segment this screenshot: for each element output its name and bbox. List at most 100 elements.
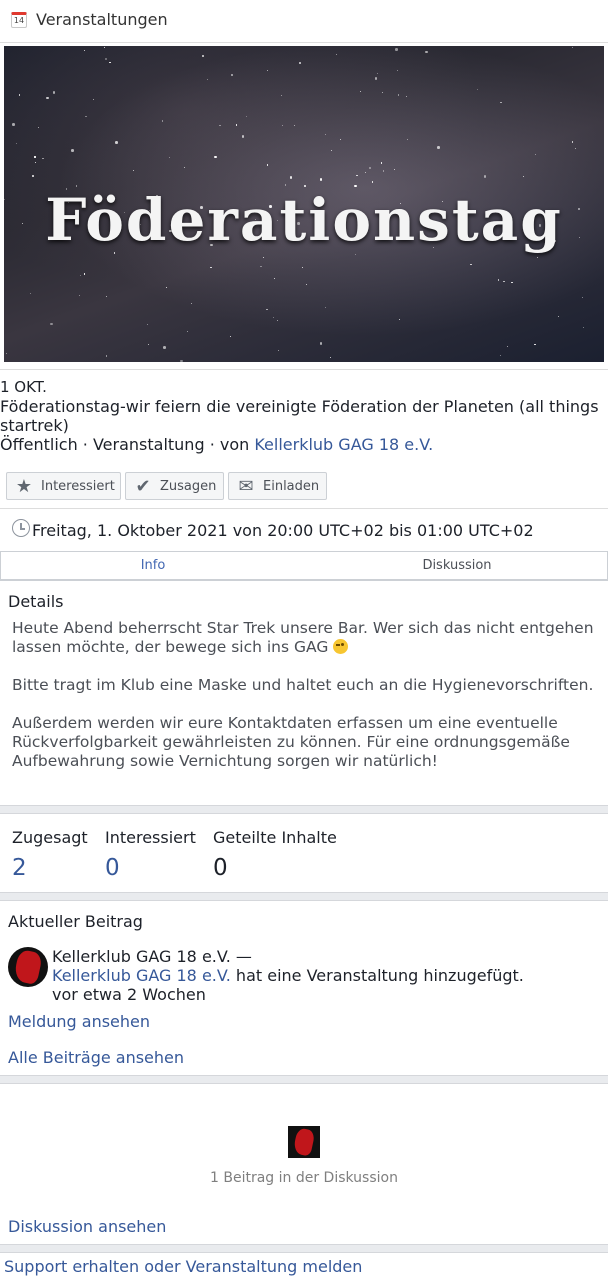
star-dot [506,345,508,347]
star-dot [377,73,379,75]
stat-interested-value[interactable]: 0 [105,855,120,881]
event-meta-prefix: Öffentlich · Veranstaltung · von [0,435,255,454]
going-button[interactable]: ✔ Zusagen [125,472,224,500]
star-dot [29,293,31,295]
star-dot [335,53,337,55]
star-dot [71,149,74,152]
star-dot [437,146,440,149]
star-dot [92,98,94,100]
star-dot [219,124,221,126]
star-dot [500,102,502,104]
support-report-link[interactable]: Support erhalten oder Veranstaltung meld… [4,1257,362,1276]
star-dot [280,95,282,97]
star-dot [260,266,262,268]
post-action: hat eine Veranstaltung hinzugefügt. [230,966,524,985]
post-author-link[interactable]: Kellerklub GAG 18 e.V. [52,966,231,985]
view-discussion-link[interactable]: Diskussion ansehen [8,1217,166,1236]
details-paragraph: Heute Abend beherrscht Star Trek unsere … [12,619,602,657]
star-dot [476,88,478,91]
star-dot [299,62,301,64]
avatar-figure [12,948,44,986]
recent-post-heading: Aktueller Beitrag [8,912,143,931]
star-dot [207,78,209,81]
star-dot [331,149,333,151]
star-dot [581,296,583,298]
star-dot [301,266,303,268]
star-dot [364,172,366,174]
star-dot [105,295,107,298]
star-dot [325,133,327,135]
star-dot [360,91,362,93]
star-dot [397,94,400,96]
wink-emoji-icon [333,639,349,654]
invite-button[interactable]: ✉ Einladen [228,472,327,500]
section-divider [0,805,608,814]
star-dot [180,359,183,362]
star-dot [169,156,171,158]
section-divider [0,892,608,901]
avatar[interactable] [8,947,48,987]
stat-going-label: Zugesagt [12,828,88,847]
going-label: Zusagen [160,478,217,494]
star-dot [241,135,245,138]
star-dot [132,169,134,171]
section-divider [0,1244,608,1253]
view-all-posts-link[interactable]: Alle Beiträge ansehen [8,1048,184,1067]
calendar-icon: 14 [11,12,27,28]
star-dot [582,326,585,328]
discussion-avatar-figure [292,1127,316,1157]
event-host-link[interactable]: Kellerklub GAG 18 e.V. [254,435,433,454]
tab-discussion[interactable]: Diskussion [305,552,608,580]
details-text-1: Heute Abend beherrscht Star Trek unsere … [12,619,594,656]
star-dot [282,124,284,127]
star-dot [6,353,8,355]
star-dot [15,143,17,145]
star-dot [534,343,536,345]
star-dot [273,278,276,280]
star-dot [368,166,372,170]
stat-going-value[interactable]: 2 [12,855,27,881]
details-paragraph: Außerdem werden wir eure Kontaktdaten er… [12,714,570,770]
star-dot [163,346,166,349]
interested-button[interactable]: ★ Interessiert [6,472,121,500]
calendar-icon-day: 14 [13,16,25,25]
star-dot [84,273,86,275]
star-dot [273,317,275,319]
top-bar: 14 Veranstaltungen [0,0,608,42]
event-cover-image[interactable]: Föderationstag [4,46,604,362]
star-dot [147,343,149,346]
star-dot [246,116,248,118]
star-dot [186,331,188,333]
invite-label: Einladen [263,478,320,494]
event-title: Föderationstag-wir feiern die vereinigte… [0,397,599,435]
star-dot [374,77,378,80]
star-dot [536,257,538,259]
star-dot [405,95,408,97]
discussion-count: 1 Beitrag in der Diskussion [210,1170,398,1186]
star-dot [319,342,323,345]
star-dot [12,123,15,126]
star-dot [78,295,80,297]
star-dot [394,168,396,171]
star-dot [50,322,53,326]
star-dot [511,281,513,283]
star-dot [83,50,86,52]
star-dot [236,124,238,126]
star-dot [483,175,487,178]
details-paragraph: Bitte tragt im Klub eine Maske und halte… [12,676,594,694]
tab-bar: Info Diskussion [0,551,608,581]
view-post-link[interactable]: Meldung ansehen [8,1012,150,1031]
star-dot [395,48,398,51]
star-dot [381,162,383,164]
star-dot [266,164,269,166]
star-dot [371,181,374,183]
star-dot [498,279,500,281]
star-dot [105,355,108,357]
star-dot [146,323,148,325]
star-dot [42,157,44,159]
star-dot [572,46,574,48]
tab-info[interactable]: Info [1,552,305,580]
star-dot [329,356,332,359]
star-dot [571,141,573,143]
star-dot [115,141,118,144]
